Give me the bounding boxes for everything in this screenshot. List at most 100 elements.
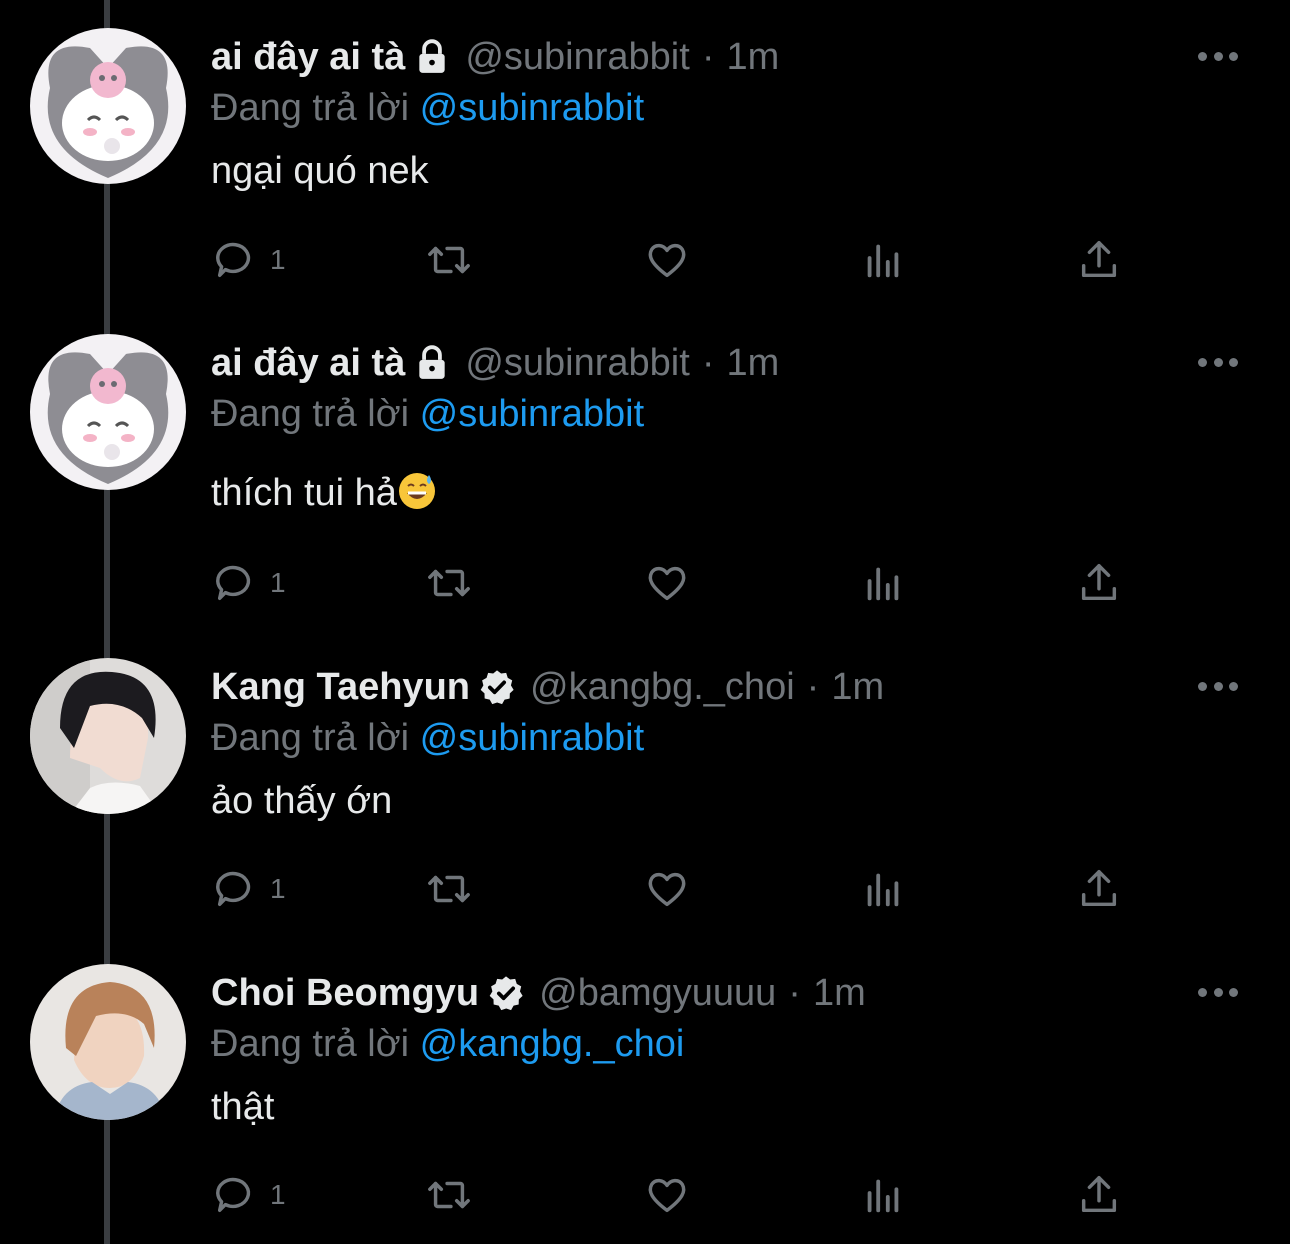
avatar[interactable] bbox=[30, 658, 186, 814]
user-handle[interactable]: @bamgyuuuu bbox=[539, 966, 776, 1020]
analytics-icon bbox=[867, 244, 899, 278]
heart-icon bbox=[648, 872, 686, 907]
views-button[interactable] bbox=[860, 865, 906, 913]
tweet-text: ngại quó nek bbox=[211, 150, 429, 192]
like-button[interactable] bbox=[644, 865, 690, 913]
display-name[interactable]: Choi Beomgyu bbox=[211, 966, 479, 1020]
retweet-button[interactable] bbox=[426, 559, 472, 607]
tweet-actions: 1 bbox=[212, 236, 1142, 284]
retweet-icon bbox=[428, 569, 470, 597]
display-name[interactable]: ai đây ai tà bbox=[211, 336, 405, 390]
analytics-icon bbox=[867, 873, 899, 907]
mention-link[interactable]: @subinrabbit bbox=[420, 87, 644, 129]
display-name[interactable]: ai đây ai tà bbox=[211, 30, 405, 84]
avatar[interactable] bbox=[30, 28, 186, 184]
reply-icon bbox=[216, 242, 251, 278]
tweet-actions: 1 bbox=[212, 865, 1142, 913]
more-options-icon[interactable] bbox=[1198, 982, 1238, 1002]
user-handle[interactable]: @kangbg._choi bbox=[530, 660, 795, 714]
share-button[interactable] bbox=[1076, 559, 1122, 607]
tweet[interactable]: Kang Taehyun @kangbg._choi · 1m Đang trả… bbox=[0, 630, 1290, 936]
separator-dot: · bbox=[788, 972, 801, 1014]
grinning-sweat-emoji-icon bbox=[397, 471, 437, 511]
reply-count: 1 bbox=[270, 244, 286, 275]
share-button[interactable] bbox=[1076, 865, 1122, 913]
share-icon bbox=[1081, 870, 1117, 907]
mention-link[interactable]: @subinrabbit bbox=[420, 393, 644, 435]
replying-to-line: Đang trả lời @subinrabbit bbox=[211, 714, 1230, 762]
views-button[interactable] bbox=[860, 559, 906, 607]
timestamp[interactable]: 1m bbox=[831, 660, 884, 714]
separator-dot: · bbox=[701, 342, 715, 384]
analytics-icon bbox=[867, 1179, 899, 1213]
timestamp[interactable]: 1m bbox=[726, 336, 779, 390]
reply-button[interactable]: 1 bbox=[212, 559, 286, 607]
reply-icon bbox=[216, 1177, 251, 1213]
tweet[interactable]: Choi Beomgyu @bamgyuuuu · 1m Đang trả lờ… bbox=[0, 936, 1290, 1242]
views-button[interactable] bbox=[860, 1171, 906, 1219]
reply-icon bbox=[216, 565, 251, 601]
heart-icon bbox=[648, 566, 686, 601]
tweet[interactable]: ai đây ai tà @subinrabbit · 1m Đang trả … bbox=[0, 0, 1290, 306]
reply-button[interactable]: 1 bbox=[212, 1171, 286, 1219]
more-options-icon[interactable] bbox=[1198, 352, 1238, 372]
replying-to-line: Đang trả lời @kangbg._choi bbox=[211, 1020, 1230, 1068]
replying-to-label: Đang trả lời bbox=[211, 1023, 410, 1065]
kuromi-avatar-icon bbox=[30, 334, 186, 490]
replying-to-line: Đang trả lời @subinrabbit bbox=[211, 390, 1230, 438]
display-name[interactable]: Kang Taehyun bbox=[211, 660, 470, 714]
kuromi-avatar-icon bbox=[30, 28, 186, 184]
profile-photo-dark-hair-icon bbox=[30, 658, 186, 814]
like-button[interactable] bbox=[644, 1171, 690, 1219]
reply-count: 1 bbox=[270, 873, 286, 904]
user-handle[interactable]: @subinrabbit bbox=[465, 30, 689, 84]
reply-button[interactable]: 1 bbox=[212, 236, 286, 284]
more-options-icon[interactable] bbox=[1198, 46, 1238, 66]
heart-icon bbox=[648, 1178, 686, 1213]
lock-icon bbox=[413, 38, 451, 76]
separator-dot: · bbox=[701, 36, 715, 78]
mention-link[interactable]: @subinrabbit bbox=[420, 717, 644, 759]
reply-icon bbox=[216, 871, 251, 907]
avatar[interactable] bbox=[30, 964, 186, 1120]
share-icon bbox=[1081, 241, 1117, 278]
tweet-actions: 1 bbox=[212, 559, 1142, 607]
retweet-button[interactable] bbox=[426, 1171, 472, 1219]
tweet-text: ảo thấy ớn bbox=[211, 780, 393, 822]
replying-to-line: Đang trả lời @subinrabbit bbox=[211, 84, 1230, 132]
verified-badge-icon bbox=[478, 668, 516, 706]
tweet-actions: 1 bbox=[212, 1171, 1142, 1219]
mention-link[interactable]: @kangbg._choi bbox=[420, 1023, 685, 1065]
like-button[interactable] bbox=[644, 236, 690, 284]
share-icon bbox=[1081, 1176, 1117, 1213]
more-options-icon[interactable] bbox=[1198, 676, 1238, 696]
retweet-button[interactable] bbox=[426, 236, 472, 284]
share-icon bbox=[1081, 564, 1117, 601]
share-button[interactable] bbox=[1076, 236, 1122, 284]
timestamp[interactable]: 1m bbox=[813, 966, 866, 1020]
views-button[interactable] bbox=[860, 236, 906, 284]
retweet-icon bbox=[428, 1181, 470, 1209]
tweet-text: thật bbox=[211, 1086, 275, 1128]
avatar[interactable] bbox=[30, 334, 186, 490]
user-handle[interactable]: @subinrabbit bbox=[465, 336, 689, 390]
tweet-text-content: thích tui hả bbox=[211, 472, 397, 514]
timestamp[interactable]: 1m bbox=[726, 30, 779, 84]
verified-badge-icon bbox=[487, 974, 525, 1012]
reply-button[interactable]: 1 bbox=[212, 865, 286, 913]
profile-photo-light-hair-icon bbox=[30, 964, 186, 1120]
like-button[interactable] bbox=[644, 559, 690, 607]
retweet-button[interactable] bbox=[426, 865, 472, 913]
replying-to-label: Đang trả lời bbox=[211, 393, 410, 435]
retweet-icon bbox=[428, 875, 470, 903]
reply-count: 1 bbox=[270, 567, 286, 598]
share-button[interactable] bbox=[1076, 1171, 1122, 1219]
analytics-icon bbox=[867, 567, 899, 601]
lock-icon bbox=[413, 344, 451, 382]
replying-to-label: Đang trả lời bbox=[211, 87, 410, 129]
separator-dot: · bbox=[806, 666, 820, 708]
replying-to-label: Đang trả lời bbox=[211, 717, 410, 759]
tweet-text: thích tui hả bbox=[211, 466, 1230, 520]
retweet-icon bbox=[428, 246, 470, 274]
tweet[interactable]: ai đây ai tà @subinrabbit · 1m Đang trả … bbox=[0, 306, 1290, 612]
